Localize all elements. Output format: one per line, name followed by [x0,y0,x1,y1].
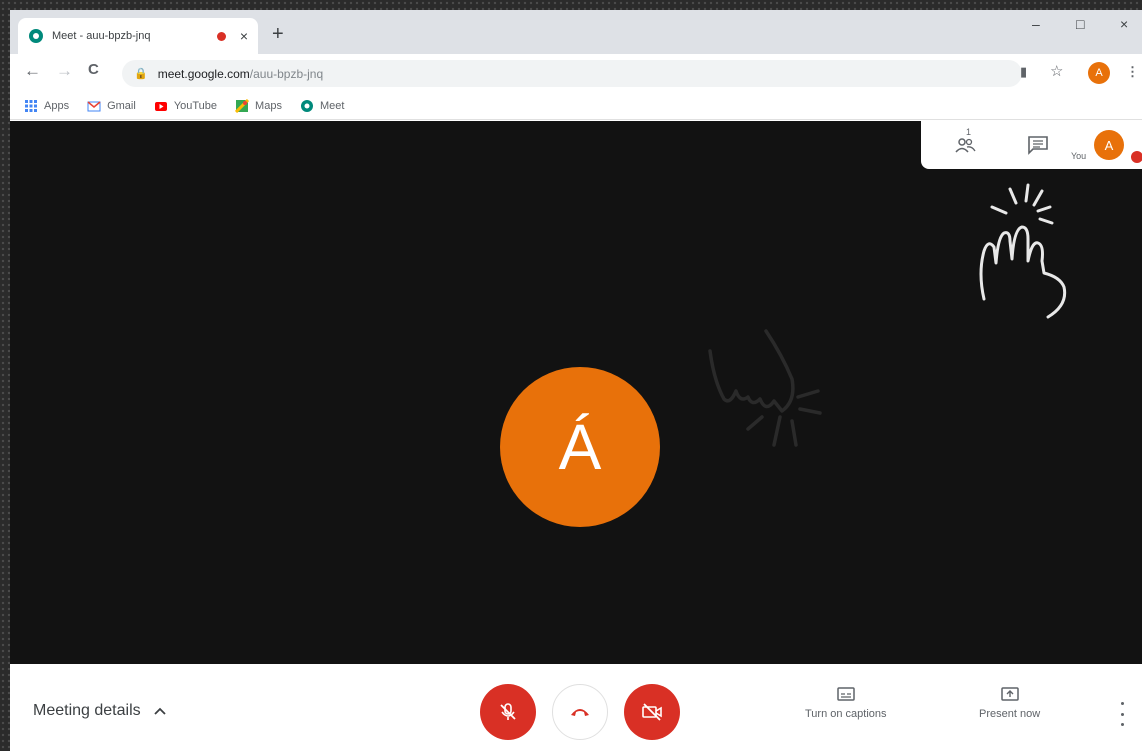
bookmark-label: Maps [255,99,282,112]
captions-icon [837,687,855,701]
lock-icon: 🔒 [134,68,148,80]
camera-toggle-button[interactable] [624,684,680,740]
meet-icon [300,99,313,112]
apps-grid-icon [25,99,37,112]
tab-strip: Meet - auu-bpzb-jnq × + – □ × [10,10,1142,54]
url-path: /auu-bpzb-jnq [249,66,324,81]
back-button[interactable]: ← [24,62,41,79]
close-window-button[interactable]: × [1120,16,1128,32]
hang-up-icon [571,709,589,716]
chat-icon [1028,136,1048,155]
self-avatar[interactable]: A [1094,130,1124,160]
new-tab-button[interactable]: + [272,24,284,44]
bookmark-gmail[interactable]: Gmail [87,99,136,113]
meeting-details-label: Meeting details [33,702,141,719]
youtube-icon [154,101,167,111]
browser-toolbar: ← → C 🔒 meet.google.com /auu-bpzb-jnq ▮ … [10,54,1142,92]
captions-button[interactable]: Turn on captions [805,686,887,720]
bookmark-label: Gmail [107,99,136,112]
forward-button[interactable]: → [56,62,73,79]
more-dot [1120,712,1124,716]
browser-window: Meet - auu-bpzb-jnq × + – □ × ← → C 🔒 me… [10,10,1142,751]
maximize-button[interactable]: □ [1076,16,1084,32]
mic-off-icon [500,703,516,720]
microphone-toggle-button[interactable] [480,684,536,740]
profile-avatar[interactable]: A [1088,62,1110,84]
meet-favicon-icon [29,29,43,43]
notification-badge [1131,151,1142,163]
camera-indicator-icon[interactable]: ▮ [1020,64,1027,80]
participant-avatar: Á [500,367,660,527]
maps-icon [235,98,250,113]
bookmark-meet[interactable]: Meet [300,99,344,113]
recording-dot-icon [216,31,226,41]
tap-hand-icon [979,183,1067,319]
present-now-button[interactable]: Present now [979,686,1040,720]
captions-label: Turn on captions [805,708,887,720]
bookmark-label: Meet [319,99,345,112]
tab-meet[interactable]: Meet - auu-bpzb-jnq × [18,18,258,54]
bookmark-apps[interactable]: Apps [24,99,69,113]
bookmark-maps[interactable]: Maps [235,98,282,113]
pointing-hand-icon [708,329,822,447]
reload-button[interactable]: C [88,62,99,77]
tab-title: Meet - auu-bpzb-jnq [52,30,151,42]
bookmarks-bar: Apps Gmail YouTube Maps Meet [10,92,1142,120]
bookmark-label: Apps [44,99,70,112]
address-bar[interactable]: 🔒 meet.google.com /auu-bpzb-jnq [122,60,1022,87]
more-dot [1120,702,1124,705]
gmail-icon [87,100,101,111]
people-count: 1 [966,127,972,137]
video-stage: Á 1 You A [10,121,1142,664]
bookmark-star-icon[interactable]: ☆ [1050,62,1063,80]
chevron-up-icon [153,707,166,715]
leave-call-button[interactable] [552,684,608,740]
bookmark-youtube[interactable]: YouTube [154,99,217,113]
minimize-button[interactable]: – [1032,16,1040,32]
url-host: meet.google.com [157,66,250,81]
meeting-details-button[interactable]: Meeting details [33,702,167,720]
bookmark-label: YouTube [173,99,218,112]
people-icon [955,138,976,153]
present-label: Present now [979,708,1041,720]
more-dot [1120,723,1124,726]
you-label: You [1071,151,1087,161]
meeting-top-panel: 1 You A [921,121,1142,169]
more-options-button[interactable] [1114,702,1130,726]
chat-button[interactable] [1025,133,1051,157]
browser-menu-icon[interactable]: ⋮ [1126,64,1139,80]
tab-close-icon[interactable]: × [240,29,248,43]
meeting-controls-bar: Meeting details Turn on captions Present… [10,664,1142,751]
camera-off-icon [642,703,662,721]
present-icon [1000,687,1019,701]
